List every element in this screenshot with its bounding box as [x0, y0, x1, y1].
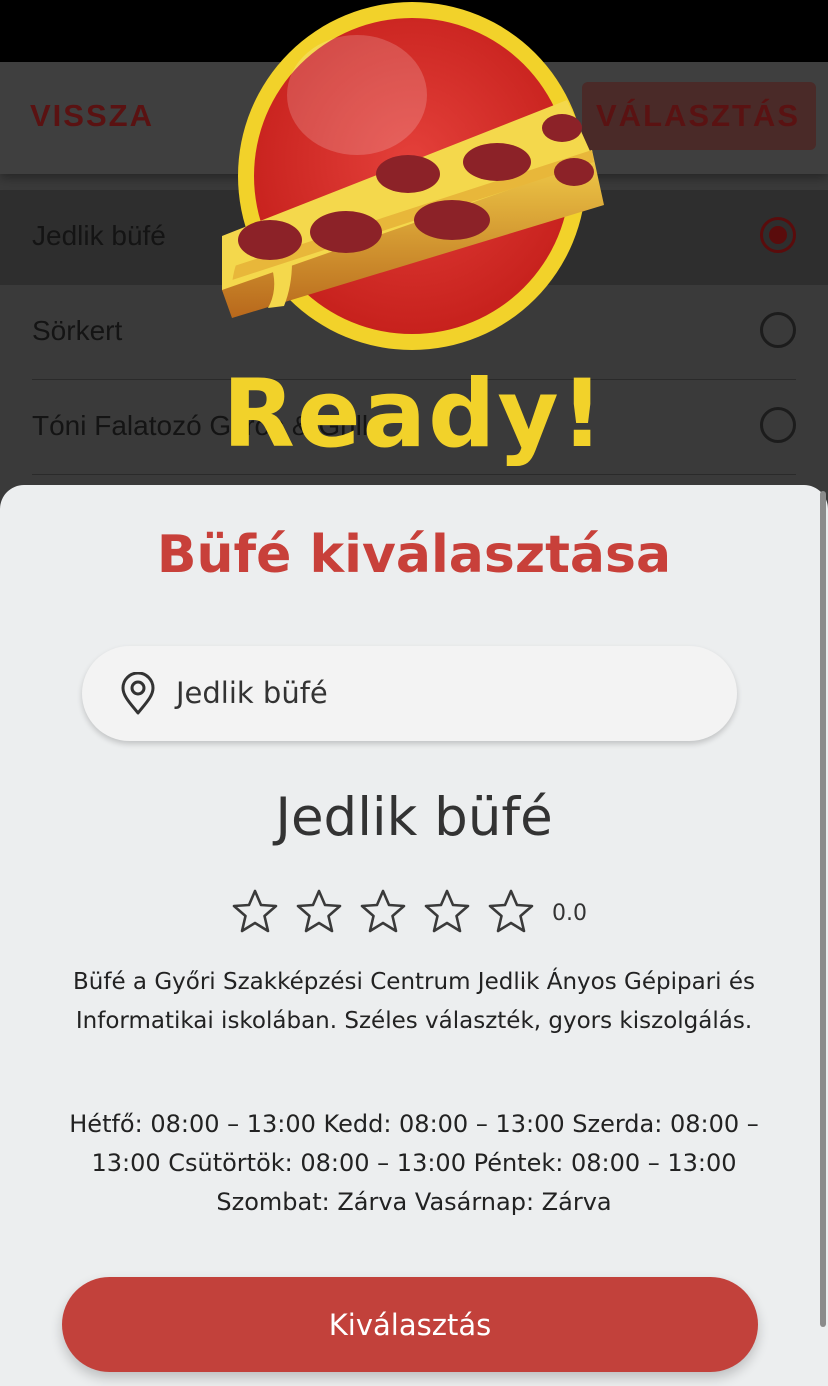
star-icon[interactable] — [230, 887, 280, 937]
pizza-logo-icon — [222, 2, 604, 350]
radio-button[interactable] — [760, 312, 796, 348]
opening-hours: Hétfő: 08:00 – 13:00 Kedd: 08:00 – 13:00… — [69, 1110, 759, 1216]
radio-button[interactable] — [760, 217, 796, 253]
select-header-button[interactable]: VÁLASZTÁS — [582, 82, 816, 150]
scrollbar[interactable] — [820, 491, 826, 1327]
location-value: Jedlik büfé — [176, 676, 328, 710]
description: Büfé a Győri Szakképzési Centrum Jedlik … — [73, 969, 755, 1034]
ready-text: Ready! — [222, 360, 606, 469]
select-button[interactable]: Kiválasztás — [62, 1277, 758, 1372]
list-divider — [32, 474, 796, 475]
list-item-label: Jedlik büfé — [32, 220, 166, 251]
star-icon[interactable] — [294, 887, 344, 937]
star-icon[interactable] — [358, 887, 408, 937]
list-item-label: Sörkert — [32, 315, 123, 346]
star-icon[interactable] — [422, 887, 472, 937]
sheet-title: Büfé kiválasztása — [156, 525, 672, 585]
place-name: Jedlik büfé — [275, 787, 553, 848]
bottom-sheet: Büfé kiválasztása Jedlik büfé Jedlik büf… — [0, 485, 828, 1386]
star-icon[interactable] — [486, 887, 536, 937]
map-pin-icon — [121, 672, 155, 715]
rating-value: 0.0 — [552, 901, 587, 926]
location-field[interactable]: Jedlik büfé — [82, 646, 737, 741]
